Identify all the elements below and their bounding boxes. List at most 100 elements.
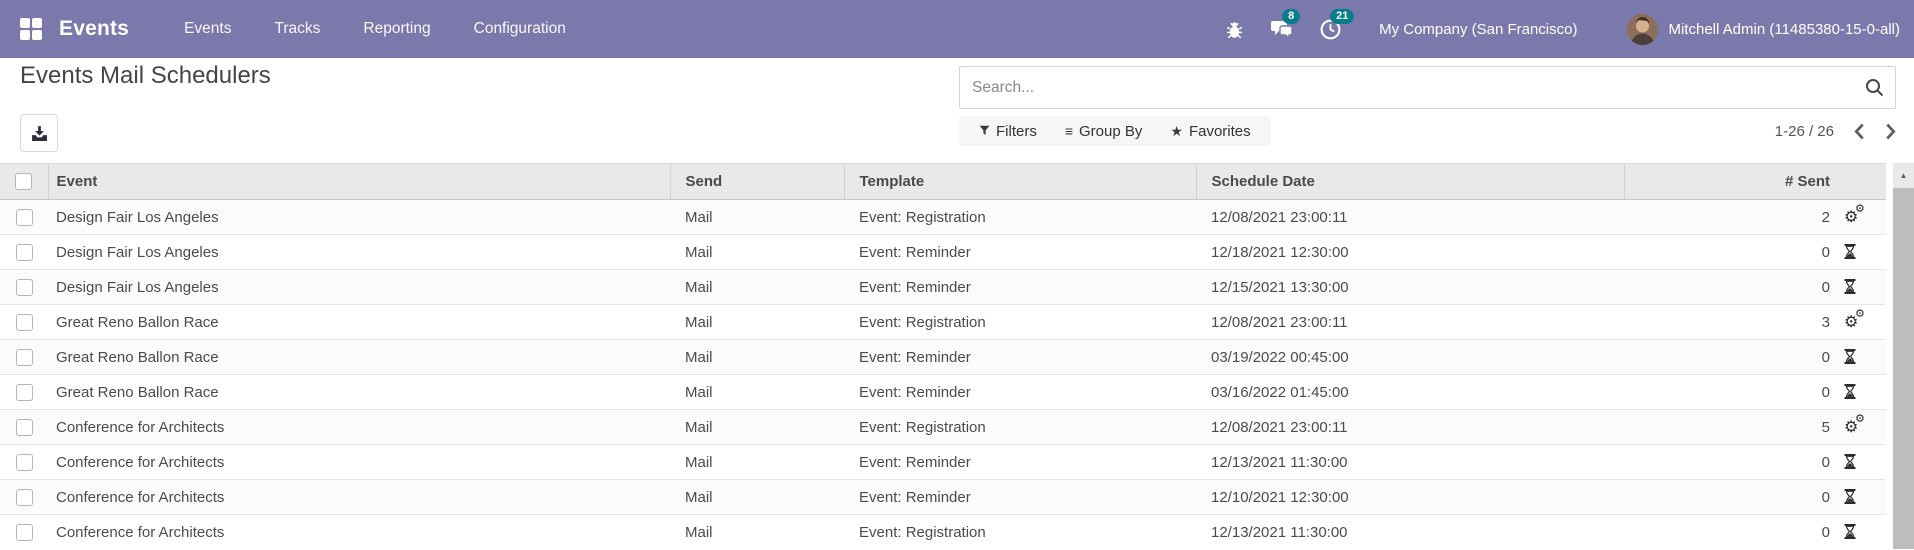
top-navbar: Events Events Tracks Reporting Configura… xyxy=(0,0,1914,58)
table-row[interactable]: Design Fair Los Angeles Mail Event: Remi… xyxy=(0,269,1886,305)
messages-icon[interactable]: 8 xyxy=(1269,9,1301,42)
cell-event: Design Fair Los Angeles xyxy=(48,199,670,235)
column-header-template[interactable]: Template xyxy=(843,163,1196,200)
filters-button[interactable]: Filters xyxy=(965,116,1051,146)
cell-send: Mail xyxy=(670,514,844,550)
apps-grid-icon[interactable] xyxy=(20,18,42,40)
cell-sent: 5 xyxy=(1624,409,1836,445)
column-header-sent[interactable]: # Sent xyxy=(1623,163,1836,200)
cell-template: Event: Registration xyxy=(844,304,1196,340)
cell-event: Great Reno Ballon Race xyxy=(48,339,670,375)
menu-events[interactable]: Events xyxy=(184,20,231,38)
activities-clock-icon[interactable]: 21 xyxy=(1317,9,1355,42)
column-header-event[interactable]: Event xyxy=(47,163,670,200)
hourglass-icon xyxy=(1844,278,1856,296)
cell-schedule-date: 12/08/2021 23:00:11 xyxy=(1196,199,1624,235)
scrollbar-up-arrow-icon[interactable]: ▲ xyxy=(1893,163,1914,188)
apps-grid-square xyxy=(32,18,42,28)
select-all-header xyxy=(0,163,48,200)
star-icon: ★ xyxy=(1170,123,1183,139)
cell-template: Event: Reminder xyxy=(844,479,1196,515)
cell-schedule-date: 12/13/2021 11:30:00 xyxy=(1196,514,1624,550)
company-switcher[interactable]: My Company (San Francisco) xyxy=(1379,21,1577,38)
menu-reporting[interactable]: Reporting xyxy=(363,20,430,38)
hourglass-icon xyxy=(1844,348,1856,366)
pager-next-icon[interactable] xyxy=(1885,123,1896,140)
cell-template: Event: Registration xyxy=(844,514,1196,550)
apps-grid-square xyxy=(32,30,42,40)
row-checkbox[interactable] xyxy=(15,313,33,331)
select-all-checkbox[interactable] xyxy=(15,173,33,191)
download-icon xyxy=(31,125,48,142)
menu-tracks[interactable]: Tracks xyxy=(274,20,320,38)
cell-sent: 2 xyxy=(1624,199,1836,235)
table-row[interactable]: Design Fair Los Angeles Mail Event: Regi… xyxy=(0,199,1886,235)
row-checkbox[interactable] xyxy=(15,418,33,436)
hourglass-icon xyxy=(1844,488,1856,506)
row-checkbox[interactable] xyxy=(15,453,33,471)
apps-grid-square xyxy=(20,18,30,28)
favorites-button[interactable]: ★ Favorites xyxy=(1156,116,1264,146)
cell-template: Event: Reminder xyxy=(844,234,1196,270)
cell-event: Conference for Architects xyxy=(48,444,670,480)
scrollbar-thumb[interactable] xyxy=(1893,188,1914,549)
table-header-row: Event Send Template Schedule Date # Sent xyxy=(0,163,1886,200)
table-row[interactable]: Conference for Architects Mail Event: Re… xyxy=(0,514,1886,550)
cell-send: Mail xyxy=(670,339,844,375)
export-button[interactable] xyxy=(20,114,58,152)
row-checkbox[interactable] xyxy=(15,278,33,296)
hourglass-icon xyxy=(1844,243,1856,261)
cogs-icon: ⚙ ⚙ xyxy=(1844,202,1865,226)
table-row[interactable]: Design Fair Los Angeles Mail Event: Remi… xyxy=(0,234,1886,270)
search-bar xyxy=(959,66,1896,109)
cell-schedule-date: 12/18/2021 12:30:00 xyxy=(1196,234,1624,270)
row-checkbox[interactable] xyxy=(15,383,33,401)
user-menu[interactable]: Mitchell Admin (11485380-15-0-all) xyxy=(1668,21,1900,38)
cell-schedule-date: 12/08/2021 23:00:11 xyxy=(1196,409,1624,445)
table-row[interactable]: Conference for Architects Mail Event: Re… xyxy=(0,444,1886,480)
search-input[interactable] xyxy=(959,66,1896,109)
cell-sent: 0 xyxy=(1624,339,1836,375)
search-icon[interactable] xyxy=(1865,78,1884,102)
pager-value[interactable]: 1-26 / 26 xyxy=(1775,123,1834,140)
cell-sent: 3 xyxy=(1624,304,1836,340)
cell-sent: 0 xyxy=(1624,269,1836,305)
cell-schedule-date: 12/08/2021 23:00:11 xyxy=(1196,304,1624,340)
avatar[interactable] xyxy=(1627,13,1659,45)
row-checkbox[interactable] xyxy=(15,348,33,366)
filter-funnel-icon xyxy=(979,124,990,138)
cell-template: Event: Reminder xyxy=(844,374,1196,410)
row-checkbox[interactable] xyxy=(15,208,33,226)
cell-schedule-date: 12/15/2021 13:30:00 xyxy=(1196,269,1624,305)
row-checkbox[interactable] xyxy=(15,488,33,506)
cell-event: Great Reno Ballon Race xyxy=(48,374,670,410)
group-by-button[interactable]: ≡ Group By xyxy=(1051,116,1157,146)
table-row[interactable]: Conference for Architects Mail Event: Re… xyxy=(0,409,1886,445)
page-title: Events Mail Schedulers xyxy=(20,62,271,89)
cogs-icon: ⚙ ⚙ xyxy=(1844,307,1865,331)
table-row[interactable]: Great Reno Ballon Race Mail Event: Regis… xyxy=(0,304,1886,340)
systray: 8 21 My Company (San Francisco) Mitchell… xyxy=(1221,9,1900,45)
app-brand[interactable]: Events xyxy=(59,17,129,41)
search-options-bar: Filters ≡ Group By ★ Favorites xyxy=(959,116,1271,146)
cell-event: Conference for Architects xyxy=(48,514,670,550)
column-header-send[interactable]: Send xyxy=(669,163,844,200)
table-row[interactable]: Conference for Architects Mail Event: Re… xyxy=(0,479,1886,515)
table-row[interactable]: Great Reno Ballon Race Mail Event: Remin… xyxy=(0,374,1886,410)
pager: 1-26 / 26 xyxy=(1775,116,1896,146)
menu-configuration[interactable]: Configuration xyxy=(474,20,566,38)
filters-label: Filters xyxy=(996,122,1037,140)
debug-bug-icon[interactable] xyxy=(1221,16,1247,42)
activities-badge: 21 xyxy=(1330,9,1355,24)
cell-template: Event: Registration xyxy=(844,199,1196,235)
main-menu: Events Tracks Reporting Configuration xyxy=(184,20,566,38)
apps-grid-square xyxy=(20,30,30,40)
pager-previous-icon[interactable] xyxy=(1854,123,1865,140)
hourglass-icon xyxy=(1844,383,1856,401)
group-by-bars-icon: ≡ xyxy=(1064,123,1074,139)
row-checkbox[interactable] xyxy=(15,243,33,261)
column-header-schedule-date[interactable]: Schedule Date xyxy=(1195,163,1624,200)
row-checkbox[interactable] xyxy=(15,524,33,542)
cell-sent: 0 xyxy=(1624,514,1836,550)
table-row[interactable]: Great Reno Ballon Race Mail Event: Remin… xyxy=(0,339,1886,375)
